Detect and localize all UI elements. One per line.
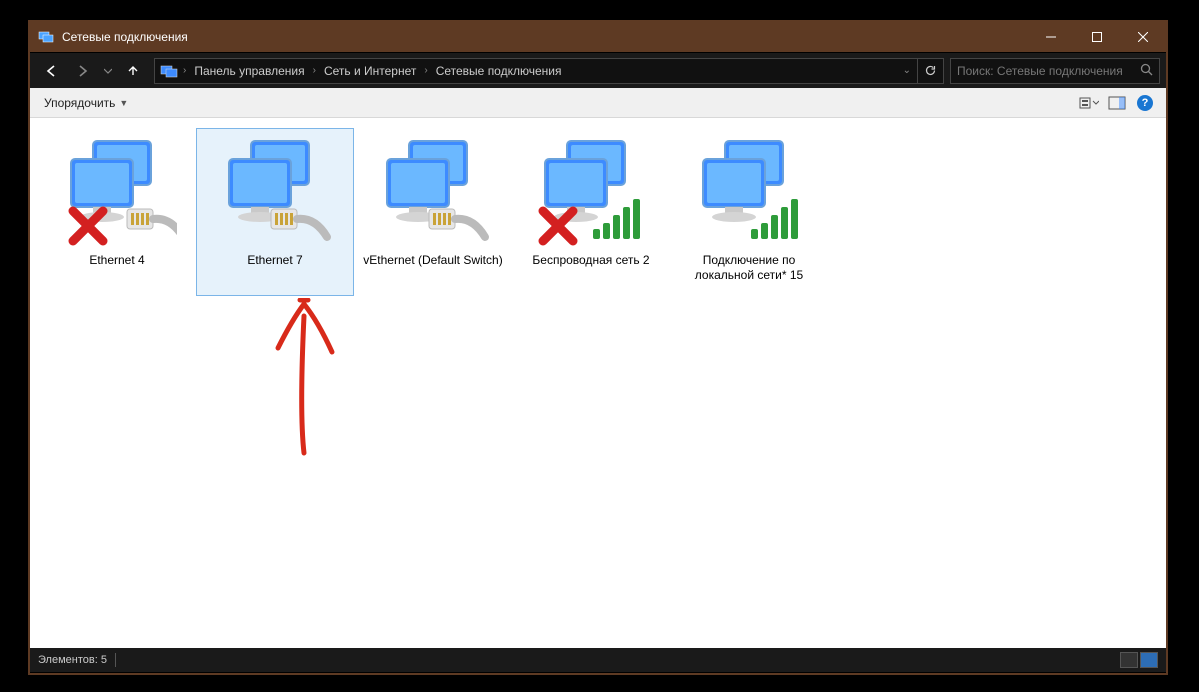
help-button[interactable]: ? [1132, 92, 1158, 114]
back-button[interactable] [36, 57, 66, 85]
address-dropdown[interactable]: ⌄ [901, 65, 913, 76]
connection-label: Ethernet 7 [245, 253, 304, 268]
maximize-button[interactable] [1074, 22, 1120, 52]
navbar: › Панель управления › Сеть и Интернет › … [30, 52, 1166, 88]
up-button[interactable] [118, 57, 148, 85]
dropdown-icon: ▼ [119, 98, 128, 108]
control-panel-icon [159, 61, 179, 81]
breadcrumb-segment[interactable]: Сетевые подключения [430, 59, 568, 83]
connection-item[interactable]: Подключение по локальной сети* 15 [670, 128, 828, 296]
breadcrumb-segment[interactable]: Сеть и Интернет [318, 59, 422, 83]
ethernet-connected-icon [215, 133, 335, 253]
chevron-right-icon[interactable]: › [422, 65, 429, 76]
wifi-disconnected-icon [531, 133, 651, 253]
minimize-button[interactable] [1028, 22, 1074, 52]
connection-label: Беспроводная сеть 2 [530, 253, 651, 268]
breadcrumb-segment[interactable]: Панель управления [188, 59, 310, 83]
details-view-button[interactable] [1120, 652, 1138, 668]
connection-item[interactable]: Ethernet 4 [38, 128, 196, 296]
connection-item[interactable]: Беспроводная сеть 2 [512, 128, 670, 296]
close-button[interactable] [1120, 22, 1166, 52]
refresh-button[interactable] [917, 59, 943, 83]
connection-label: vEthernet (Default Switch) [361, 253, 504, 268]
chevron-right-icon[interactable]: › [311, 65, 318, 76]
ethernet-disconnected-icon [57, 133, 177, 253]
search-icon [1140, 63, 1153, 79]
connection-label: Ethernet 4 [87, 253, 146, 268]
window-title: Сетевые подключения [62, 30, 1028, 44]
titlebar: Сетевые подключения [30, 22, 1166, 52]
recent-dropdown[interactable] [100, 57, 116, 85]
organize-button[interactable]: Упорядочить ▼ [38, 92, 134, 114]
search-placeholder: Поиск: Сетевые подключения [957, 64, 1123, 78]
chevron-right-icon[interactable]: › [181, 65, 188, 76]
content-area[interactable]: Ethernet 4 Ethernet 7 [30, 118, 1166, 648]
item-count: Элементов: 5 [38, 654, 107, 666]
window-frame: Сетевые подключения › Панель у [28, 20, 1168, 675]
large-icons-view-button[interactable] [1140, 652, 1158, 668]
ethernet-connected-icon [373, 133, 493, 253]
wifi-connected-icon [689, 133, 809, 253]
preview-pane-button[interactable] [1104, 92, 1130, 114]
annotation-arrow [260, 298, 350, 458]
connection-item[interactable]: Ethernet 7 [196, 128, 354, 296]
app-icon [38, 29, 54, 45]
search-input[interactable]: Поиск: Сетевые подключения [950, 58, 1160, 84]
view-options-button[interactable] [1076, 92, 1102, 114]
statusbar: Элементов: 5 [30, 648, 1166, 672]
toolbar: Упорядочить ▼ ? [30, 88, 1166, 118]
connection-label: Подключение по локальной сети* 15 [675, 253, 823, 283]
connection-item[interactable]: vEthernet (Default Switch) [354, 128, 512, 296]
forward-button[interactable] [68, 57, 98, 85]
address-bar[interactable]: › Панель управления › Сеть и Интернет › … [154, 58, 944, 84]
